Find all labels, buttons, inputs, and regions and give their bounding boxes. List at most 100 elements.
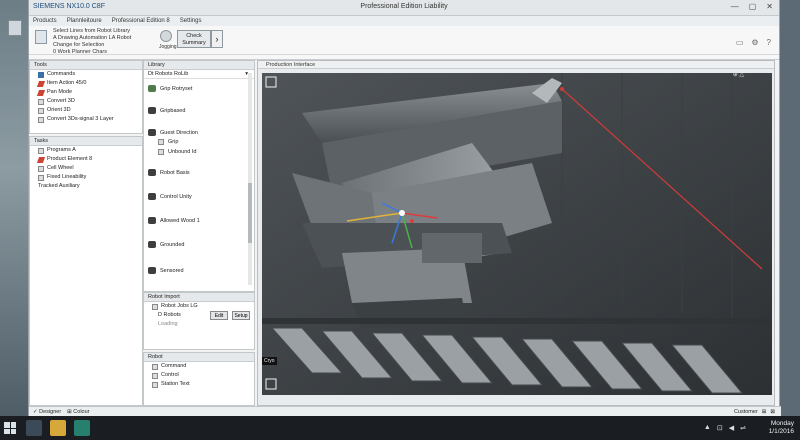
tab-robot-lib[interactable]: Dt Robots RoLib — [148, 70, 188, 79]
jogging-icon — [160, 30, 172, 42]
gear-icon[interactable]: ⚙ — [751, 38, 758, 47]
tray-volume-icon[interactable]: ◀ — [729, 424, 734, 432]
status-colour[interactable]: ⊞ Colour — [67, 409, 89, 415]
folder-icon — [38, 147, 44, 154]
robot-item-label: Control — [161, 372, 179, 378]
search-icon[interactable] — [26, 420, 42, 436]
product-icon — [36, 156, 46, 163]
menu-edition[interactable]: Professional Edition 8 — [112, 18, 170, 24]
tools-panel: Tools Commands Item Action 45/0 Pan Mode… — [29, 60, 143, 134]
robot-item-label: Station Text — [161, 381, 190, 387]
task-item[interactable]: Tracked Auxiliary — [30, 182, 142, 191]
jogging-button[interactable]: Jogging — [159, 30, 177, 50]
library-item-label: Allowed Wood 1 — [160, 217, 200, 224]
check-summary-button[interactable]: Check Summary — [177, 30, 211, 48]
library-item[interactable]: Unbound Id — [158, 149, 196, 155]
library-item-label: Guest Direction — [160, 129, 198, 136]
status-close-icon[interactable]: ⊠ — [770, 409, 775, 415]
robot-panel: Robot Command Control Station Text — [143, 352, 255, 406]
view-cube[interactable]: ⊕ △ — [733, 71, 744, 78]
robot-import-panel: Robot Import Robot Jobs LG D Robots Load… — [143, 292, 255, 350]
import-item[interactable]: Robot Jobs LG — [144, 302, 254, 311]
pan-icon — [36, 89, 46, 96]
library-item[interactable]: Allowed Wood 1 — [148, 217, 200, 224]
minimize-icon[interactable]: — — [731, 2, 739, 11]
tool-item[interactable]: Item Action 45/0 — [30, 79, 142, 88]
tool-item[interactable]: Convert 3D — [30, 97, 142, 106]
task-item[interactable]: Product Element 8 — [30, 155, 142, 164]
tool-label: Pan Mode — [47, 89, 73, 95]
library-item-label: Grip — [168, 139, 179, 145]
library-scrollbar[interactable] — [248, 73, 252, 285]
start-icon[interactable] — [4, 422, 16, 434]
chevron-right-icon[interactable]: › — [211, 30, 223, 48]
desktop-bezel — [0, 0, 28, 416]
robot-import-title: Robot Import — [144, 293, 254, 302]
status-grid-icon[interactable]: ⊞ — [762, 409, 767, 415]
library-item[interactable]: Grip Rotryset — [148, 85, 192, 92]
jobs-icon — [152, 303, 158, 310]
ribbon-option[interactable]: Change for Selection — [53, 42, 131, 49]
edit-button[interactable]: Edit — [210, 311, 228, 320]
library-item[interactable]: Gripbased — [148, 107, 185, 114]
menu-bar: Products Plannleitoure Professional Edit… — [29, 16, 779, 26]
library-item-label: Control Unity — [160, 193, 192, 200]
ribbon-option[interactable]: Select Lines from Robot Library — [53, 28, 131, 35]
task-item[interactable]: Fixed Lineability — [30, 173, 142, 182]
robot-item[interactable]: Station Text — [144, 380, 254, 389]
jogging-label: Jogging — [159, 44, 177, 50]
convert-icon — [38, 98, 44, 105]
tool-item[interactable]: Orient 3D — [30, 106, 142, 115]
3d-scene[interactable] — [262, 73, 772, 395]
command-icon — [38, 71, 44, 78]
library-item[interactable]: Grounded — [148, 241, 184, 248]
tool-item[interactable]: Pan Mode — [30, 88, 142, 97]
robot-item[interactable]: Control — [144, 371, 254, 380]
layout-icon[interactable]: ▭ — [736, 38, 744, 47]
library-item[interactable]: Control Unity — [148, 193, 192, 200]
clock-date: 1/1/2016 — [768, 428, 794, 435]
scroll-thumb[interactable] — [248, 183, 252, 243]
robot-panel-title: Robot — [144, 353, 254, 362]
tray-up-icon[interactable]: ▲ — [704, 424, 711, 432]
tray-network-icon[interactable]: ⊡ — [717, 424, 723, 432]
library-item[interactable]: Robot Basis — [148, 169, 190, 176]
3d-viewport[interactable]: Production Interface ⊕ △ Cryo — [257, 60, 775, 406]
monitor-icon[interactable] — [8, 20, 22, 36]
menu-settings[interactable]: Settings — [180, 18, 202, 24]
ribbon: Select Lines from Robot Library A Drawin… — [29, 26, 779, 60]
tool-label: Item Action 45/0 — [47, 80, 87, 86]
robot-icon — [148, 241, 156, 248]
close-icon[interactable]: ✕ — [766, 2, 773, 11]
layer-icon — [38, 116, 44, 123]
task-item[interactable]: Programs A — [30, 146, 142, 155]
fixed-icon — [38, 174, 44, 181]
clock[interactable]: Monday 1/1/2016 — [769, 420, 794, 436]
ribbon-option[interactable]: A Drawing Automation LA Robot — [53, 35, 131, 42]
library-item-label: Robot Basis — [160, 169, 190, 176]
folder-icon[interactable] — [50, 420, 66, 436]
help-icon[interactable]: ? — [767, 38, 771, 47]
setup-button[interactable]: Setup — [232, 311, 250, 320]
robot-item[interactable]: Command — [144, 362, 254, 371]
viewport-tag: Cryo — [262, 357, 277, 365]
app-window: SIEMENS NX10.0 C8F Professional Edition … — [28, 0, 781, 416]
app-icon[interactable] — [74, 420, 90, 436]
status-customer[interactable]: Customer — [734, 409, 758, 415]
menu-products[interactable]: Products — [33, 18, 57, 24]
maximize-icon[interactable]: ▢ — [749, 2, 757, 11]
library-item[interactable]: Sensored — [148, 267, 184, 274]
menu-plann[interactable]: Plannleitoure — [67, 18, 102, 24]
title-bar: SIEMENS NX10.0 C8F Professional Edition … — [29, 0, 779, 16]
action-icon — [36, 80, 46, 87]
project-icon[interactable] — [35, 30, 47, 44]
tool-item[interactable]: Commands — [30, 70, 142, 79]
status-designer[interactable]: ✓ Designer — [33, 409, 61, 415]
task-item[interactable]: Cell Wheel — [30, 164, 142, 173]
library-item[interactable]: Guest Direction — [148, 129, 198, 136]
tray-sync-icon[interactable]: ⇌ — [740, 424, 746, 432]
library-item[interactable]: Grip — [158, 139, 178, 145]
tool-item[interactable]: Convert 3Ds-signal 3 Layer — [30, 115, 142, 124]
station-icon — [152, 381, 158, 388]
summary-label: Summary — [182, 40, 206, 46]
